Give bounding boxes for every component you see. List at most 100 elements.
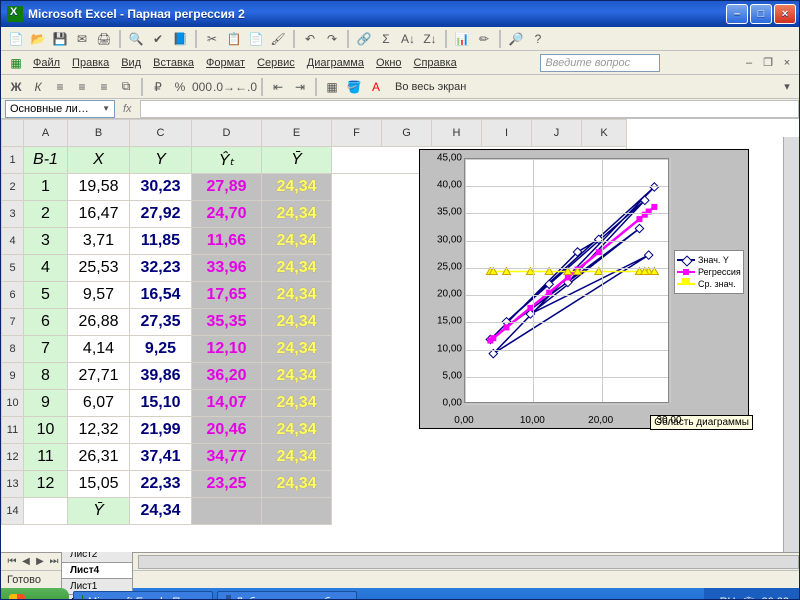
indent-dec-icon[interactable]: ⇤	[268, 77, 288, 97]
cell[interactable]: 27,71	[68, 363, 130, 390]
mdi-restore-icon[interactable]: ❐	[760, 55, 776, 71]
link-icon[interactable]: 🔗	[354, 29, 374, 49]
cell[interactable]: 5	[24, 282, 68, 309]
col-header[interactable]: D	[192, 120, 262, 147]
cell[interactable]: 34,77	[192, 444, 262, 471]
cell[interactable]: 27,35	[130, 309, 192, 336]
cell[interactable]: 26,88	[68, 309, 130, 336]
col-header[interactable]: B	[68, 120, 130, 147]
sort-asc-icon[interactable]: A↓	[398, 29, 418, 49]
cell[interactable]: 11	[24, 444, 68, 471]
row-header[interactable]: 6	[2, 282, 24, 309]
taskbar-item-excel[interactable]: Microsoft Excel - Пар…	[73, 591, 213, 600]
row-header[interactable]: 10	[2, 390, 24, 417]
menu-insert[interactable]: Вставка	[153, 57, 194, 69]
copy-icon[interactable]: 📋	[224, 29, 244, 49]
cell[interactable]: 12,10	[192, 336, 262, 363]
cell[interactable]: 3	[24, 228, 68, 255]
excel-icon[interactable]: ▦	[6, 53, 26, 73]
col-header[interactable]: A	[24, 120, 68, 147]
cell[interactable]: Ŷₜ	[192, 147, 262, 174]
save-icon[interactable]: 💾	[50, 29, 70, 49]
cell[interactable]: 24,34	[262, 363, 332, 390]
tab-next-icon[interactable]: ▶	[33, 556, 47, 567]
indent-inc-icon[interactable]: ⇥	[290, 77, 310, 97]
formula-input[interactable]	[140, 100, 799, 118]
chevron-down-icon[interactable]: ▼	[102, 104, 110, 113]
cell[interactable]: 2	[24, 201, 68, 228]
drawing-icon[interactable]: ✏	[474, 29, 494, 49]
cell[interactable]: 1	[24, 174, 68, 201]
dec-inc-icon[interactable]: .0→	[214, 77, 234, 97]
merge-icon[interactable]: ⧉	[116, 77, 136, 97]
menu-format[interactable]: Формат	[206, 57, 245, 69]
col-header[interactable]: I	[482, 120, 532, 147]
row-header[interactable]: 13	[2, 471, 24, 498]
mdi-minimize-icon[interactable]: –	[741, 55, 757, 71]
format-painter-icon[interactable]: 🖌	[268, 29, 288, 49]
cell[interactable]: Ȳ	[262, 147, 332, 174]
cell[interactable]: 33,96	[192, 255, 262, 282]
row-header[interactable]: 4	[2, 228, 24, 255]
cell[interactable]: 20,46	[192, 417, 262, 444]
row-header[interactable]: 7	[2, 309, 24, 336]
row-header[interactable]: 14	[2, 498, 24, 525]
cell[interactable]: 22,33	[130, 471, 192, 498]
cell[interactable]: X	[68, 147, 130, 174]
col-header[interactable]: J	[532, 120, 582, 147]
col-header[interactable]: H	[432, 120, 482, 147]
preview-icon[interactable]: 🔍	[126, 29, 146, 49]
taskbar-item-word[interactable]: Лабораторная рабо…	[217, 591, 357, 600]
dec-dec-icon[interactable]: ←.0	[236, 77, 256, 97]
align-right-icon[interactable]: ≡	[94, 77, 114, 97]
cell[interactable]	[24, 498, 68, 525]
cell[interactable]: 4	[24, 255, 68, 282]
mdi-close-icon[interactable]: ×	[779, 55, 795, 71]
print-icon[interactable]: 🖨	[94, 29, 114, 49]
cell[interactable]: 24,34	[262, 336, 332, 363]
help-icon[interactable]: ?	[528, 29, 548, 49]
borders-icon[interactable]: ▦	[322, 77, 342, 97]
cell[interactable]: Ȳ	[68, 498, 130, 525]
row-header[interactable]: 12	[2, 444, 24, 471]
redo-icon[interactable]: ↷	[322, 29, 342, 49]
cell[interactable]: 9,25	[130, 336, 192, 363]
row-header[interactable]: 1	[2, 147, 24, 174]
percent-icon[interactable]: %	[170, 77, 190, 97]
cell[interactable]: 11,85	[130, 228, 192, 255]
menu-edit[interactable]: Правка	[72, 57, 109, 69]
minimize-button[interactable]: –	[726, 4, 748, 24]
cell[interactable]: 16,54	[130, 282, 192, 309]
align-center-icon[interactable]: ≡	[72, 77, 92, 97]
align-left-icon[interactable]: ≡	[50, 77, 70, 97]
row-header[interactable]: 11	[2, 417, 24, 444]
cell[interactable]: 9	[24, 390, 68, 417]
cell[interactable]: 9,57	[68, 282, 130, 309]
sort-desc-icon[interactable]: Z↓	[420, 29, 440, 49]
cell[interactable]: 3,71	[68, 228, 130, 255]
cell[interactable]: 24,34	[130, 498, 192, 525]
col-header[interactable]: G	[382, 120, 432, 147]
cell[interactable]: 24,34	[262, 282, 332, 309]
toolbar-options-icon[interactable]: ▾	[779, 79, 795, 95]
start-button[interactable]: пуск	[1, 588, 69, 600]
comma-icon[interactable]: 000	[192, 77, 212, 97]
col-header[interactable]: F	[332, 120, 382, 147]
cell[interactable]: 36,20	[192, 363, 262, 390]
menu-tools[interactable]: Сервис	[257, 57, 295, 69]
cell[interactable]: 17,65	[192, 282, 262, 309]
currency-icon[interactable]: ₽	[148, 77, 168, 97]
cell[interactable]	[192, 498, 262, 525]
cut-icon[interactable]: ✂	[202, 29, 222, 49]
select-all-corner[interactable]	[2, 120, 24, 147]
name-box[interactable]: Основные ли…▼	[5, 100, 115, 118]
cell[interactable]: 24,34	[262, 309, 332, 336]
menu-file[interactable]: Файл	[33, 57, 60, 69]
cell[interactable]: 8	[24, 363, 68, 390]
cell[interactable]	[262, 498, 332, 525]
bold-icon[interactable]: Ж	[6, 77, 26, 97]
close-button[interactable]: ×	[774, 4, 796, 24]
col-header[interactable]: K	[582, 120, 627, 147]
chart-icon[interactable]: 📊	[452, 29, 472, 49]
tab-prev-icon[interactable]: ◀	[19, 556, 33, 567]
